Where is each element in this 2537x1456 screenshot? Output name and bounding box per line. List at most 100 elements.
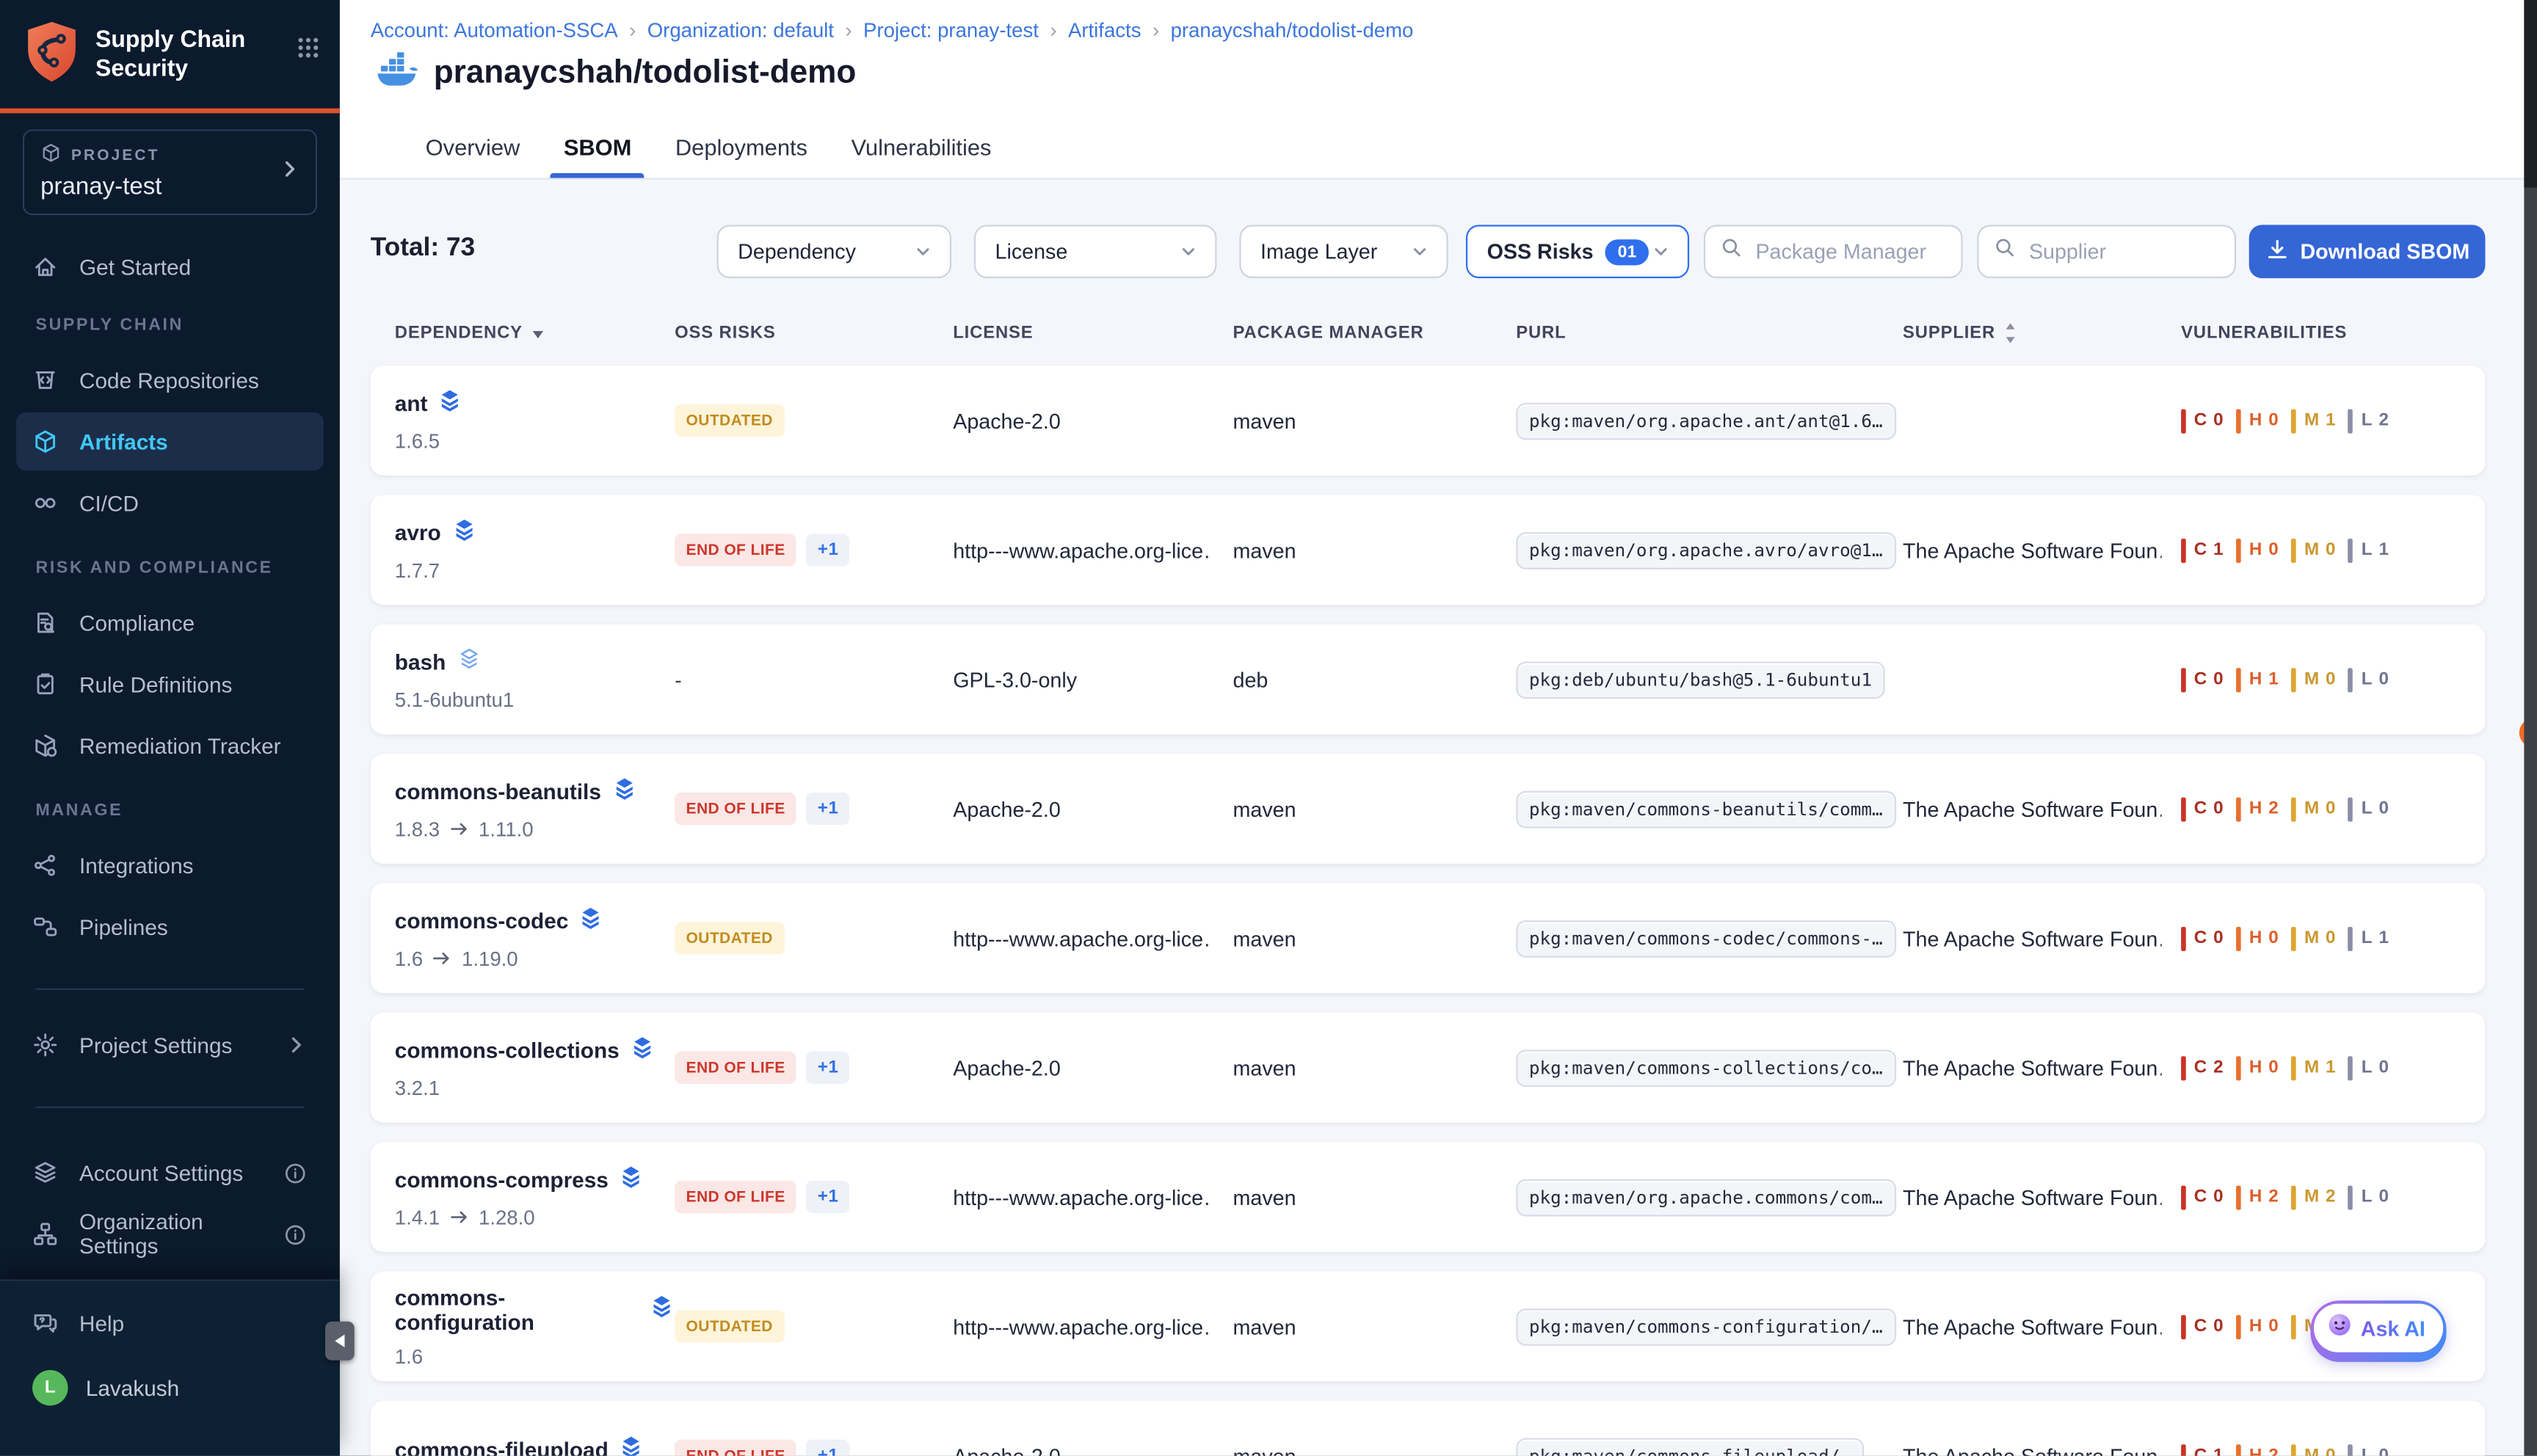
vulnerabilities-cell: C1H0M0L1 [2181,495,2485,605]
scrollbar-thumb[interactable] [2524,0,2537,188]
column-header-purl: PURL [1516,322,1903,345]
breadcrumb-link[interactable]: Project: pranay-test [863,19,1039,42]
table-row-commons-collections[interactable]: commons-collections3.2.1END OF LIFE+1Apa… [371,1013,2486,1123]
sidebar-item-integrations[interactable]: Integrations [16,837,324,895]
breadcrumb-link[interactable]: Account: Automation-SSCA [371,19,618,42]
vuln-count-low: L1 [2348,926,2389,950]
sidebar-item-organization-settings[interactable]: Organization Settings [16,1205,324,1263]
clipboard-check-icon [32,671,58,697]
purl-cell: pkg:maven/org.apache.commons/com… [1516,1142,1903,1252]
sidebar-collapse-handle[interactable] [325,1322,355,1361]
table-row-ant[interactable]: ant1.6.5OUTDATEDApache-2.0mavenpkg:maven… [371,365,2486,476]
vuln-count-low: L0 [2348,667,2389,691]
sidebar-item-account-settings[interactable]: Account Settings [16,1143,324,1201]
vuln-count-critical: C0 [2181,409,2223,433]
package-manager-cell: maven [1233,365,1517,476]
vuln-count-medium: M1 [2291,1055,2335,1080]
chevron-right-icon [285,1033,308,1056]
license-cell: Apache-2.0 [953,365,1233,476]
table-row-bash[interactable]: bash5.1-6ubuntu1-GPL-3.0-onlydebpkg:deb/… [371,625,2486,735]
search-input-supplier[interactable] [2026,238,2222,265]
purl-chip: pkg:maven/commons-collections/co… [1516,1049,1895,1086]
oss-risks-cell: END OF LIFE+1 [675,495,953,605]
filter-dropdown-image-layer[interactable]: Image Layer [1239,225,1448,278]
filter-dropdown-license[interactable]: License [974,225,1217,278]
breadcrumb-link[interactable]: Organization: default [647,19,834,42]
tab-overview[interactable]: Overview [422,117,523,178]
table-row-commons-configuration[interactable]: commons-configuration1.6OUTDATEDhttp---w… [371,1271,2486,1381]
supplier-cell: The Apache Software Foun… [1903,495,2181,605]
column-header-dependency[interactable]: DEPENDENCY [371,322,675,345]
layers-filled-icon [649,1294,675,1325]
vuln-count-medium: M0 [2291,1444,2335,1456]
sidebar-item-project-settings[interactable]: Project Settings [16,1016,324,1074]
oss-risks-cell: END OF LIFE+1 [675,754,953,864]
sidebar-item-code-repositories[interactable]: Code Repositories [16,351,324,409]
license-cell: GPL-3.0-only [953,625,1233,735]
risk-badge-eol: END OF LIFE [675,1440,796,1456]
tab-deployments[interactable]: Deployments [672,117,810,178]
table-row-commons-beanutils[interactable]: commons-beanutils1.8.31.11.0END OF LIFE+… [371,754,2486,864]
supplier-cell: The Apache Software Foun… [1903,1142,2181,1252]
sidebar-item-remediation-tracker[interactable]: Remediation Tracker [16,716,324,774]
column-header-oss-risks: OSS RISKS [675,322,953,345]
sidebar-item-get-started[interactable]: Get Started [16,238,324,296]
table-row-avro[interactable]: avro1.7.7END OF LIFE+1http---www.apache.… [371,495,2486,605]
oss-risks-cell: OUTDATED [675,883,953,993]
license-cell: http---www.apache.org-lice… [953,1142,1233,1252]
table-row-commons-fileupload[interactable]: commons-fileuploadEND OF LIFE+1Apache-2.… [371,1401,2486,1456]
table-row-commons-compress[interactable]: commons-compress1.4.11.28.0END OF LIFE+1… [371,1142,2486,1252]
module-grid-icon[interactable] [296,35,320,68]
project-selector[interactable]: PROJECT pranay-test [23,129,317,215]
package-manager-cell: maven [1233,1401,1517,1456]
breadcrumb-link[interactable]: pranaycshah/todolist-demo [1171,19,1414,42]
search-input-package-manager[interactable] [1752,238,1948,265]
column-header-license: LICENSE [953,322,1233,345]
download-sbom-button[interactable]: Download SBOM [2249,225,2486,278]
infinity-icon [32,490,58,516]
filter-dropdown-oss-risks[interactable]: OSS Risks01 [1466,225,1689,278]
sidebar-item-rule-definitions[interactable]: Rule Definitions [16,655,324,713]
docker-whale-icon [377,52,419,96]
package-check-icon [32,732,58,758]
vuln-count-low: L0 [2348,1444,2389,1456]
vulnerabilities-cell: C0H0M1L2 [2181,365,2485,476]
info-icon[interactable] [283,1160,308,1184]
filter-dropdown-dependency[interactable]: Dependency [716,225,951,278]
sidebar-item-pipelines[interactable]: Pipelines [16,898,324,956]
sidebar-item-artifacts[interactable]: Artifacts [16,412,324,470]
search-box-supplier [1977,225,2236,278]
layers-filled-icon [438,388,463,419]
ask-ai-label: Ask AI [2361,1316,2425,1340]
table-row-commons-codec[interactable]: commons-codec1.61.19.0OUTDATEDhttp---www… [371,883,2486,993]
dependency-version: 1.8.31.11.0 [395,818,534,842]
column-label: PACKAGE MANAGER [1233,324,1424,343]
layers-filled-icon [618,1164,644,1195]
sidebar-item-compliance[interactable]: Compliance [16,594,324,652]
vulnerabilities-cell: C0H1M0L0 [2181,625,2485,735]
column-header-supplier[interactable]: SUPPLIER [1903,322,2181,345]
user-menu[interactable]: L Lavakush [16,1355,324,1420]
vuln-count-critical: C0 [2181,667,2223,691]
column-label: LICENSE [953,324,1033,343]
tab-sbom[interactable]: SBOM [560,117,634,178]
tab-vulnerabilities[interactable]: Vulnerabilities [848,117,995,178]
app-window: Supply Chain Security PROJECT pranay-tes… [0,0,2537,1456]
search-icon [1720,236,1743,267]
vuln-count-high: H2 [2236,797,2278,821]
dependency-name: commons-codec [395,909,568,933]
license-cell: Apache-2.0 [953,1401,1233,1456]
sidebar-item-help[interactable]: Help [16,1294,324,1352]
layers-filled-icon [611,776,636,807]
breadcrumb-link[interactable]: Artifacts [1068,19,1142,42]
ask-ai-button[interactable]: Ask AI [2310,1300,2446,1362]
license-cell: http---www.apache.org-lice… [953,883,1233,993]
vulnerabilities-cell: C2H0M1L0 [2181,1013,2485,1123]
scrollbar-track[interactable] [2524,0,2537,1456]
info-icon[interactable] [283,1222,308,1246]
code-repo-icon [32,367,58,393]
dependency-version: 5.1-6ubuntu1 [395,689,514,712]
filter-count-badge: 01 [1605,239,1649,264]
sidebar-item-ci-cd[interactable]: CI/CD [16,474,324,532]
column-label: SUPPLIER [1903,324,1995,343]
